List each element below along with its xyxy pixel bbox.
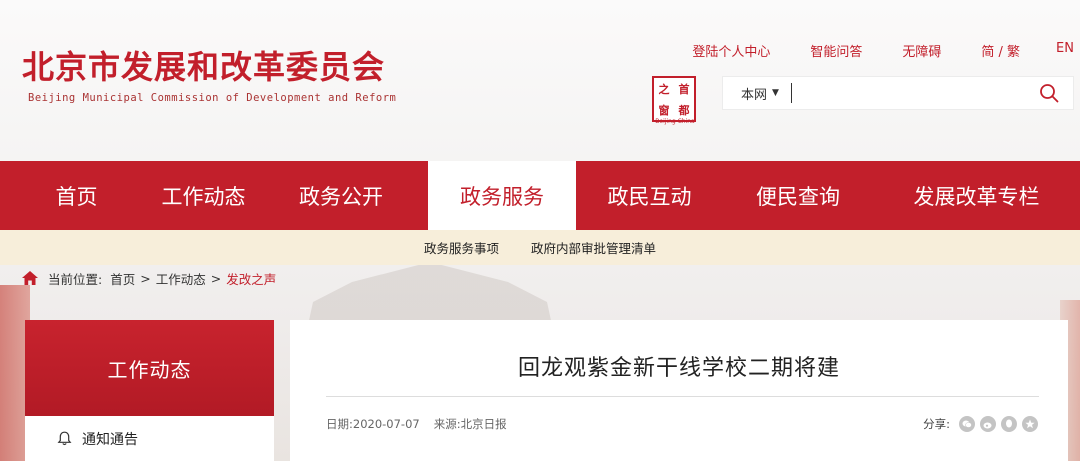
bell-icon bbox=[57, 431, 72, 446]
sidebar-title: 工作动态 bbox=[25, 320, 274, 416]
top-link-english[interactable]: EN bbox=[1056, 41, 1074, 60]
nav-convenience-query[interactable]: 便民查询 bbox=[723, 161, 873, 230]
article-meta: 日期:2020-07-07 来源:北京日报 bbox=[326, 416, 507, 432]
breadcrumb-separator: > bbox=[140, 270, 151, 286]
wechat-icon[interactable] bbox=[959, 416, 975, 432]
subnav-service-items[interactable]: 政务服务事项 bbox=[424, 238, 499, 257]
share-bar: 分享: bbox=[923, 416, 1038, 432]
search-bar: 本网 ▼ bbox=[722, 76, 1074, 110]
subnav-internal-approval-list[interactable]: 政府内部审批管理清单 bbox=[531, 238, 656, 257]
article-source: 来源:北京日报 bbox=[433, 417, 507, 431]
sidebar-item-notices[interactable]: 通知通告 bbox=[25, 416, 274, 461]
home-icon bbox=[22, 271, 38, 285]
top-link-simplified-traditional[interactable]: 简 / 繁 bbox=[981, 41, 1020, 60]
top-link-login[interactable]: 登陆个人中心 bbox=[692, 41, 770, 60]
nav-home[interactable]: 首页 bbox=[0, 161, 153, 230]
article-divider bbox=[326, 396, 1039, 397]
search-scope-label: 本网 bbox=[741, 87, 768, 103]
sidebar-item-label: 通知通告 bbox=[82, 431, 138, 448]
seal-char: 之 bbox=[658, 82, 670, 96]
seal-subtitle: Beijing·China bbox=[655, 118, 695, 125]
site-logo-title[interactable]: 北京市发展和改革委员会 bbox=[22, 42, 385, 88]
weibo-icon[interactable] bbox=[980, 416, 996, 432]
sub-nav: 政务服务事项 政府内部审批管理清单 bbox=[0, 230, 1080, 265]
search-input[interactable] bbox=[796, 79, 1029, 107]
seal-char: 窗 bbox=[658, 103, 670, 117]
breadcrumb-prefix: 当前位置: bbox=[48, 271, 103, 287]
top-links: 登陆个人中心 智能问答 无障碍 简 / 繁 EN bbox=[652, 41, 1074, 60]
article-panel: 回龙观紫金新干线学校二期将建 日期:2020-07-07 来源:北京日报 分享: bbox=[290, 320, 1068, 461]
caret-down-icon: ▼ bbox=[772, 88, 779, 98]
top-link-smart-qa[interactable]: 智能问答 bbox=[810, 41, 862, 60]
nav-gov-services[interactable]: 政务服务 bbox=[428, 161, 576, 230]
article-title: 回龙观紫金新干线学校二期将建 bbox=[517, 356, 840, 381]
search-scope-dropdown[interactable]: 本网 ▼ bbox=[741, 84, 779, 103]
share-label: 分享: bbox=[923, 417, 950, 431]
breadcrumb-work-news[interactable]: 工作动态 bbox=[156, 269, 206, 288]
nav-gov-affairs-open[interactable]: 政务公开 bbox=[254, 161, 428, 230]
seal-char: 首 bbox=[678, 82, 690, 96]
main-nav: 首页 工作动态 政务公开 政务服务 政民互动 便民查询 发展改革专栏 bbox=[0, 161, 1080, 230]
qzone-icon[interactable] bbox=[1022, 416, 1038, 432]
text-cursor bbox=[790, 83, 793, 103]
top-link-accessibility[interactable]: 无障碍 bbox=[902, 41, 941, 60]
nav-reform-column[interactable]: 发展改革专栏 bbox=[873, 161, 1080, 230]
site-logo-subtitle: Beijing Municipal Commission of Developm… bbox=[28, 92, 397, 104]
nav-public-interaction[interactable]: 政民互动 bbox=[576, 161, 723, 230]
article-date: 日期:2020-07-07 bbox=[326, 417, 420, 431]
nav-work-news[interactable]: 工作动态 bbox=[153, 161, 254, 230]
capital-window-seal-logo[interactable]: 之 首 窗 都 bbox=[652, 76, 696, 122]
seal-char: 都 bbox=[678, 103, 690, 117]
qq-icon[interactable] bbox=[1001, 416, 1017, 432]
search-icon[interactable] bbox=[1029, 77, 1069, 109]
breadcrumb-home[interactable]: 首页 bbox=[110, 269, 135, 288]
breadcrumb: 当前位置: 首页 > 工作动态 > 发改之声 bbox=[22, 268, 276, 288]
breadcrumb-current[interactable]: 发改之声 bbox=[226, 269, 276, 288]
sidebar: 工作动态 通知通告 bbox=[25, 320, 274, 461]
breadcrumb-separator: > bbox=[210, 270, 222, 286]
